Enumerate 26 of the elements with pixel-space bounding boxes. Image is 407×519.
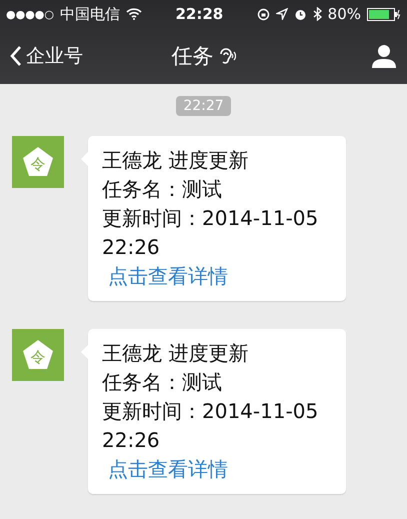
- clock-time: 22:28: [175, 5, 224, 23]
- signal-strength: ●●●●○: [6, 8, 54, 20]
- back-button[interactable]: 企业号: [10, 43, 83, 69]
- task-name: 任务名：测试: [102, 369, 223, 396]
- wifi-icon: [126, 8, 142, 20]
- message-title: 王德龙 进度更新: [102, 340, 250, 367]
- chevron-icon: [10, 45, 22, 67]
- details-link[interactable]: 点击查看详情: [102, 455, 332, 484]
- message-timestamp: 22:27: [176, 96, 231, 116]
- details-link[interactable]: 点击查看详情: [102, 262, 332, 291]
- avatar-logo: 令: [12, 329, 64, 381]
- avatar-logo: 令: [12, 136, 64, 188]
- ear-icon: [218, 46, 236, 66]
- carrier-name: 中国电信: [60, 4, 120, 24]
- battery-percent: 80%: [328, 5, 361, 23]
- task-name: 任务名：测试: [102, 176, 223, 203]
- bluetooth-icon: [312, 7, 322, 21]
- location-arrow-icon: [276, 8, 288, 20]
- page-title: 任务: [172, 43, 214, 70]
- battery-icon: [367, 8, 401, 20]
- alarm-clock-icon: [294, 8, 307, 20]
- profile-icon[interactable]: [371, 43, 397, 69]
- update-time: 更新时间：2014-11-05 22:26: [102, 205, 320, 261]
- rotation-lock-icon: [256, 8, 270, 20]
- update-time: 更新时间：2014-11-05 22:26: [102, 398, 320, 454]
- message-title: 王德龙 进度更新: [102, 147, 250, 174]
